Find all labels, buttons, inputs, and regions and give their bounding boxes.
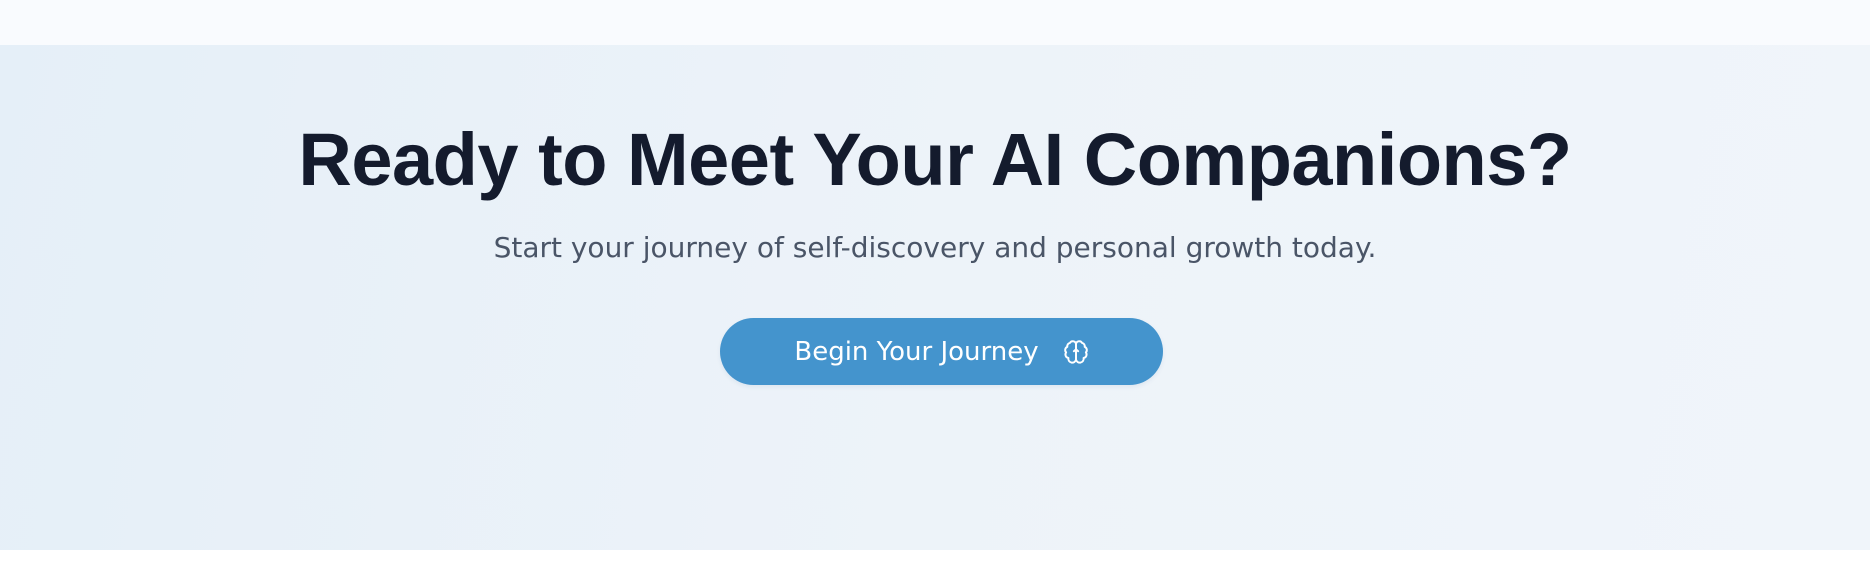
begin-journey-button-label: Begin Your Journey xyxy=(794,336,1039,367)
page-top-strip xyxy=(0,0,1870,45)
page-bottom-strip xyxy=(0,550,1870,565)
cta-subtitle: Start your journey of self-discovery and… xyxy=(493,231,1377,264)
begin-journey-button[interactable]: Begin Your Journey xyxy=(720,318,1163,385)
brain-icon xyxy=(1063,339,1089,365)
cta-title: Ready to Meet Your AI Companions? xyxy=(298,118,1572,201)
